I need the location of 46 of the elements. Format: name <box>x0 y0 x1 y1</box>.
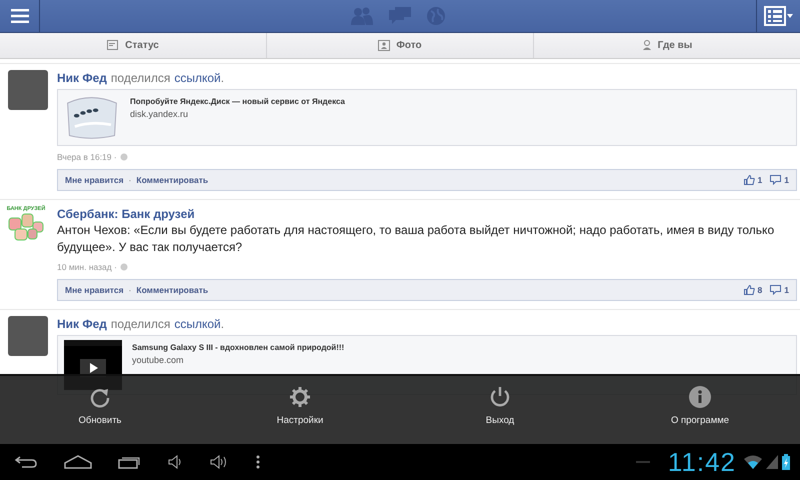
action-link[interactable]: Мне нравится <box>65 175 124 185</box>
post-time: 10 мин. назад · <box>57 261 117 273</box>
back-icon[interactable] <box>14 455 38 469</box>
menu-icon <box>10 9 28 23</box>
person-pin-icon <box>642 40 652 51</box>
action-link[interactable]: Комментировать <box>136 175 208 185</box>
thumbs-up-icon <box>744 285 755 295</box>
info-icon <box>689 386 711 408</box>
composer-tab[interactable]: Фото <box>267 33 534 58</box>
link-title[interactable]: Samsung Galaxy S III - вдохновлен самой природой!!! <box>132 342 344 354</box>
composer-tab[interactable]: Статус <box>0 33 267 58</box>
composer-tab[interactable]: Где вы <box>534 33 800 58</box>
post-header: Ник Фед поделился ссылкой. <box>57 70 226 86</box>
home-icon[interactable] <box>64 455 92 469</box>
overflow-menu-icon[interactable] <box>256 455 260 469</box>
settings-icon <box>289 386 311 408</box>
link-domain: disk.yandex.ru <box>130 108 190 121</box>
post-header: Сбербанк: Банк друзей <box>57 206 196 222</box>
like-count[interactable]: 1 <box>744 175 762 185</box>
separator-dot: · <box>128 175 132 185</box>
link-domain: youtube.com <box>132 354 185 367</box>
refresh-icon <box>89 386 111 408</box>
comment-count[interactable]: 1 <box>770 175 789 185</box>
link-title[interactable]: Попробуйте Яндекс.Диск — новый сервис от Яндекса <box>130 96 345 108</box>
action-link[interactable]: Мне нравится <box>65 285 124 295</box>
clock[interactable]: 11:42 <box>668 447 736 477</box>
link-preview[interactable]: Попробуйте Яндекс.Диск — новый сервис от Яндекса disk.yandex.ru <box>57 89 797 146</box>
action-link[interactable]: Комментировать <box>136 285 208 295</box>
like-count[interactable]: 8 <box>744 285 762 295</box>
comment-count[interactable]: 1 <box>770 285 789 295</box>
list-icon <box>764 6 794 26</box>
signal-icon <box>766 455 778 469</box>
cloud-drive-icon <box>64 94 120 141</box>
thumbs-up-icon <box>744 175 755 185</box>
speech-bubble-icon <box>770 285 782 295</box>
post-time: Вчера в 16:19 · <box>57 151 117 163</box>
post-header: Ник Фед поделился ссылкой. <box>57 316 226 332</box>
wifi-icon <box>744 455 762 469</box>
separator-dot: · <box>128 285 132 295</box>
power-icon <box>489 386 511 408</box>
speech-bubble-icon <box>770 175 782 185</box>
photo-icon <box>378 40 390 51</box>
pencil-note-icon <box>107 40 120 51</box>
battery-charging-icon <box>782 454 790 470</box>
post-text: Антон Чехов: «Если вы будете работать для настоящего, то ваша работа выйдет ничтожной; надо работать, имея в виду только будущее». У вас так получается? <box>57 222 776 256</box>
recent-apps-icon[interactable] <box>118 455 142 469</box>
